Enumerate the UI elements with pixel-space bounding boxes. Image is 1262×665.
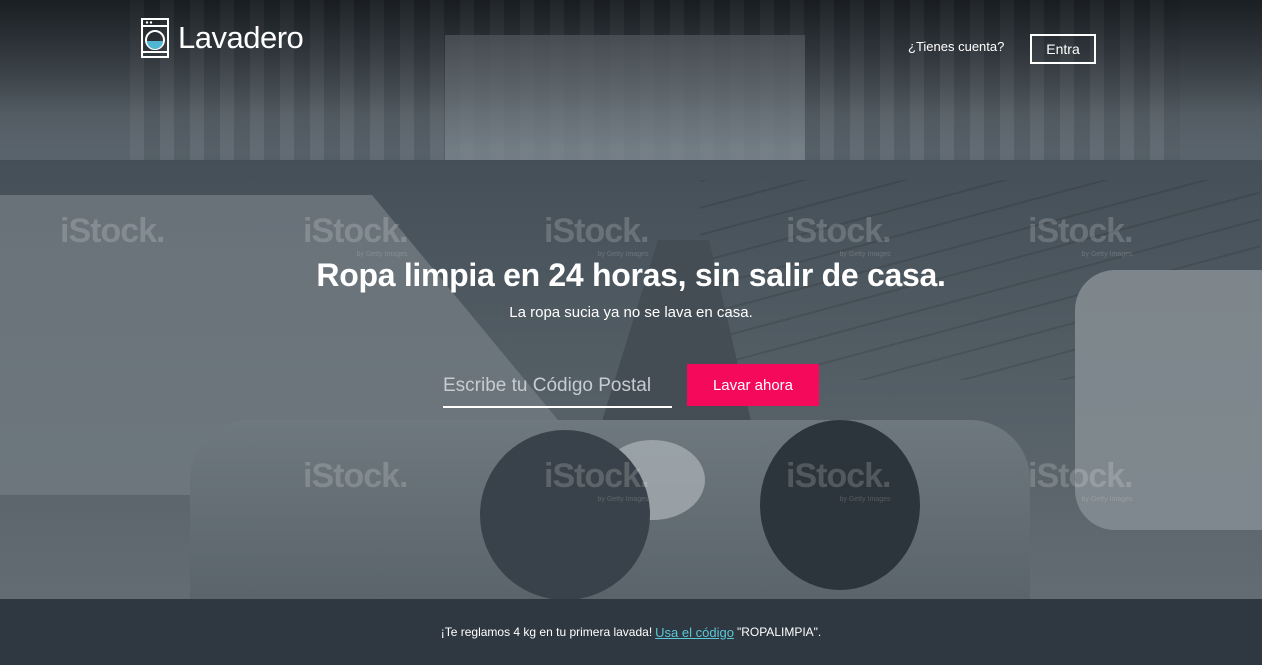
hero-subline: La ropa sucia ya no se lava en casa. [509,304,753,321]
wash-now-button[interactable]: Lavar ahora [687,364,819,406]
watermark: iStock. by Getty Images [544,457,649,503]
hero-headline: Ropa limpia en 24 horas, sin salir de ca… [316,257,946,293]
watermark: iStock. [60,212,165,250]
watermark: iStock. [303,457,408,495]
watermark: iStock. by Getty Images [544,212,649,258]
watermark: iStock. by Getty Images [303,212,408,258]
promo-code: "ROPALIMPIA". [736,625,822,639]
postal-code-input[interactable] [443,365,672,408]
promo-bar: ¡Te reglamos 4 kg en tu primera lavada! … [0,599,1262,665]
promo-code-link[interactable]: Usa el código [655,625,734,640]
watermark: iStock. by Getty Images [786,212,891,258]
account-question: ¿Tienes cuenta? [908,39,1005,54]
watermark: iStock. by Getty Images [786,457,891,503]
hero-background-photo [0,0,1262,599]
watermark: iStock. by Getty Images [1028,212,1133,258]
washing-machine-icon [141,18,169,58]
login-button[interactable]: Entra [1030,34,1096,64]
brand-logo[interactable]: Lavadero [141,18,304,58]
hero-section: iStock. iStock. by Getty Images iStock. by… [0,0,1262,599]
promo-text: ¡Te reglamos 4 kg en tu primera lavada! [440,625,653,639]
brand-name: Lavadero [178,20,304,55]
watermark: iStock. by Getty Images [1028,457,1133,503]
